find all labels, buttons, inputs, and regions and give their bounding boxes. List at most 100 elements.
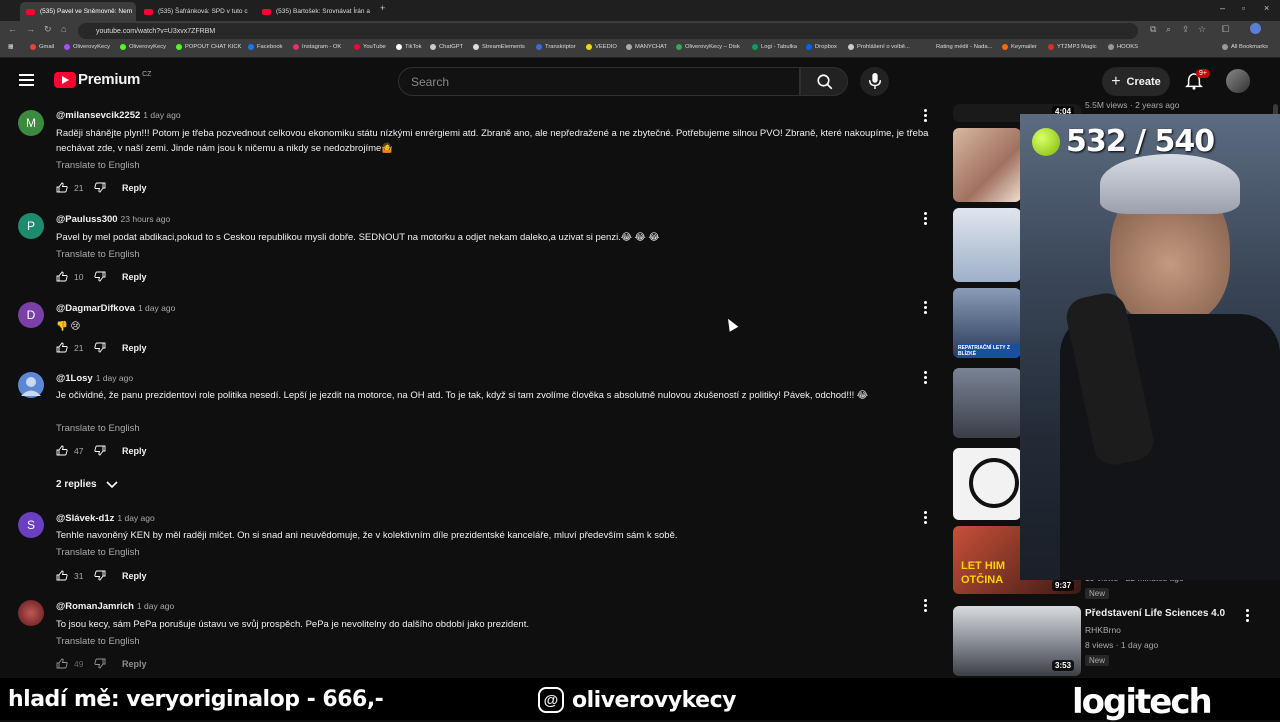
thumbs-down-icon[interactable] <box>94 182 106 193</box>
more-options-icon[interactable] <box>924 511 928 525</box>
video-thumbnail[interactable] <box>953 448 1021 520</box>
reload-icon[interactable]: ↻ <box>44 24 52 35</box>
thumbs-down-icon[interactable] <box>94 445 106 456</box>
bookmark-item[interactable]: Transkriptor <box>536 44 576 50</box>
thumbs-up-icon[interactable] <box>56 271 68 282</box>
maximize-icon[interactable]: ▫ <box>1242 3 1245 13</box>
bookmark-item[interactable]: Instagram - OK <box>293 44 341 50</box>
reply-button[interactable]: Reply <box>122 272 147 282</box>
bookmark-item[interactable]: Logi - Tabulka <box>752 44 797 50</box>
close-icon[interactable]: × <box>132 7 136 16</box>
thumbs-up-icon[interactable] <box>56 570 68 581</box>
more-options-icon[interactable] <box>1246 609 1250 623</box>
browser-tab[interactable]: (535) Bartošek: Srovnávat Írán a × <box>256 2 372 21</box>
avatar[interactable]: P <box>18 213 44 239</box>
bookmark-item[interactable]: OliverovyKecy <box>64 44 110 50</box>
star-icon[interactable]: ☆ <box>1198 24 1206 35</box>
bookmark-item[interactable]: OliverovyKecy – Disk <box>676 44 740 50</box>
comment-author[interactable]: @1Losy <box>56 373 93 384</box>
all-bookmarks[interactable]: All Bookmarks <box>1222 44 1268 50</box>
avatar[interactable] <box>18 372 44 398</box>
thumbs-down-icon[interactable] <box>94 342 106 353</box>
reply-button[interactable]: Reply <box>122 659 147 669</box>
more-options-icon[interactable] <box>924 599 928 613</box>
profile-icon[interactable] <box>1250 23 1261 34</box>
more-options-icon[interactable] <box>924 371 928 385</box>
comment-time[interactable]: 1 day ago <box>96 373 133 383</box>
browser-tab[interactable]: (535) Šafránková: SPD v tuto c × <box>138 2 254 21</box>
search-input[interactable] <box>399 68 799 95</box>
bookmark-item[interactable]: Rating médií - Nada... <box>936 44 992 50</box>
reply-button[interactable]: Reply <box>122 343 147 353</box>
thumbs-down-icon[interactable] <box>94 658 106 669</box>
close-icon[interactable]: × <box>370 7 372 16</box>
bookmark-item[interactable]: StreamElements <box>473 44 525 50</box>
comment-time[interactable]: 1 day ago <box>138 303 175 313</box>
bookmark-item[interactable]: VEEDIO <box>586 44 617 50</box>
share-icon[interactable]: ⇪ <box>1182 24 1190 35</box>
video-title[interactable]: Představení Life Sciences 4.0 <box>1085 608 1225 619</box>
bookmark-item[interactable]: Facebook <box>248 44 282 50</box>
bookmark-item[interactable]: Dropbox <box>806 44 837 50</box>
video-thumbnail[interactable] <box>953 368 1021 438</box>
more-options-icon[interactable] <box>924 109 928 123</box>
back-icon[interactable]: ← <box>8 24 17 34</box>
comment-author[interactable]: @RomanJamrich <box>56 601 134 612</box>
youtube-logo[interactable]: Premium CZ <box>54 71 151 88</box>
create-button[interactable]: + Create <box>1102 67 1170 96</box>
new-tab-icon[interactable]: + <box>380 3 385 13</box>
translate-link[interactable]: Translate to English <box>56 249 140 260</box>
thumbs-up-icon[interactable] <box>56 342 68 353</box>
bookmark-item[interactable]: Keymailer <box>1002 44 1037 50</box>
comment-author[interactable]: @milansevcik2252 <box>56 110 140 121</box>
url-field[interactable]: youtube.com/watch?v=U3xvx7ZFRBM <box>78 23 1138 39</box>
translate-link[interactable]: Translate to English <box>56 636 140 647</box>
bookmark-item[interactable]: YouTube <box>354 44 386 50</box>
avatar[interactable]: S <box>18 512 44 538</box>
search-button[interactable] <box>800 67 848 96</box>
account-avatar[interactable] <box>1226 69 1250 93</box>
channel-name[interactable]: RHKBrno <box>1085 625 1121 635</box>
comment-time[interactable]: 1 day ago <box>137 601 174 611</box>
bookmark-item[interactable]: HOOKS <box>1108 44 1138 50</box>
zoom-icon[interactable]: ⌕ <box>1166 24 1171 35</box>
close-icon[interactable]: × <box>248 7 255 16</box>
comment-author[interactable]: @Paulus​s300 <box>56 214 118 225</box>
extensions-icon[interactable]: ⧠ <box>1222 24 1229 35</box>
comment-author[interactable]: @DagmarDifkova <box>56 303 135 314</box>
avatar[interactable]: D <box>18 302 44 328</box>
thumbs-up-icon[interactable] <box>56 182 68 193</box>
bookmark-item[interactable]: Gmail <box>30 44 54 50</box>
translate-icon[interactable]: ⧉ <box>1150 24 1156 35</box>
voice-search-button[interactable] <box>860 67 889 96</box>
comment-time[interactable]: 23 hours ago <box>121 214 171 224</box>
more-options-icon[interactable] <box>924 301 928 315</box>
bookmark-item[interactable]: OliverovyKecy <box>120 44 166 50</box>
bookmark-item[interactable]: Prohlášení o volbě... <box>848 44 910 50</box>
video-thumbnail[interactable] <box>953 128 1021 202</box>
bookmark-item[interactable]: MANYCHAT <box>626 44 667 50</box>
minimize-icon[interactable]: – <box>1220 3 1225 13</box>
show-replies-button[interactable]: 2 replies <box>56 479 119 490</box>
bookmark-item[interactable]: POPOUT CHAT KICK <box>176 44 241 50</box>
reply-button[interactable]: Reply <box>122 446 147 456</box>
thumbs-down-icon[interactable] <box>94 570 106 581</box>
menu-icon[interactable] <box>19 74 34 86</box>
video-thumbnail[interactable]: REPATRIAČNÍ LETY Z BLÍZKÉ <box>953 288 1021 358</box>
home-icon[interactable]: ⌂ <box>61 24 66 34</box>
apps-icon[interactable]: ▦ <box>8 44 13 50</box>
avatar[interactable] <box>18 600 44 626</box>
translate-link[interactable]: Translate to English <box>56 547 140 558</box>
comment-time[interactable]: 1 day ago <box>143 110 180 120</box>
bookmark-item[interactable]: TikTok <box>396 44 422 50</box>
browser-tab[interactable]: (535) Pavel ve Sněmovně: Nem × <box>20 2 136 21</box>
thumbs-up-icon[interactable] <box>56 658 68 669</box>
window-close-icon[interactable]: × <box>1264 3 1269 13</box>
comment-time[interactable]: 1 day ago <box>117 513 154 523</box>
translate-link[interactable]: Translate to English <box>56 160 140 171</box>
reply-button[interactable]: Reply <box>122 183 147 193</box>
avatar[interactable]: M <box>18 110 44 136</box>
reply-button[interactable]: Reply <box>122 571 147 581</box>
more-options-icon[interactable] <box>924 212 928 226</box>
comment-author[interactable]: @Slávek-d1z <box>56 513 114 524</box>
